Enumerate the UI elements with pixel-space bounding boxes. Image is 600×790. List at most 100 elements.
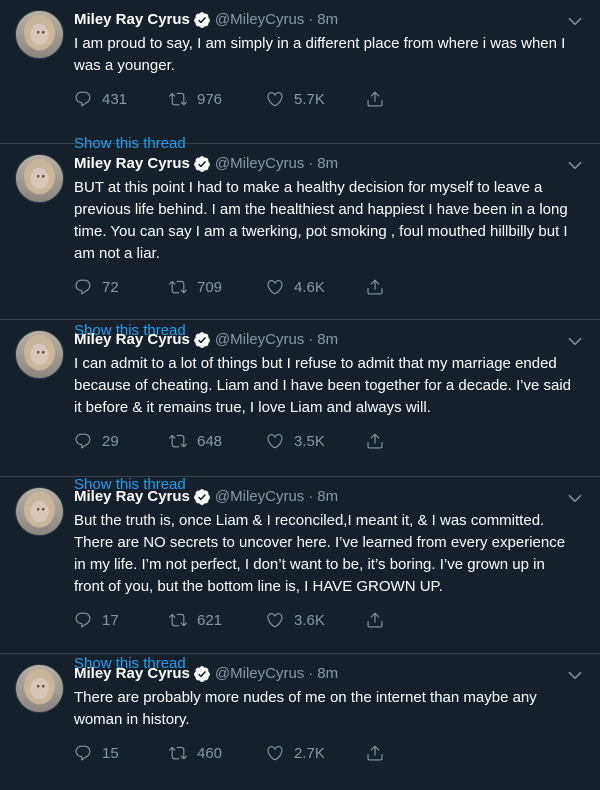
tweet-actions: 29 648 3.5K — [74, 431, 585, 451]
author-name[interactable]: Miley Ray Cyrus — [74, 154, 190, 174]
tweet-text: I am proud to say, I am simply in a diff… — [74, 35, 566, 74]
verified-badge-icon — [194, 666, 210, 682]
retweet-button[interactable]: 460 — [169, 744, 266, 762]
share-button[interactable] — [366, 611, 384, 629]
like-button[interactable]: 3.5K — [266, 432, 366, 450]
share-button[interactable] — [366, 432, 384, 450]
author-name[interactable]: Miley Ray Cyrus — [74, 487, 190, 507]
verified-badge-icon — [194, 156, 210, 172]
avatar-column — [15, 10, 74, 143]
reply-count: 29 — [102, 432, 119, 450]
tweet-text: But the truth is, once Liam & I reconcil… — [74, 512, 566, 595]
retweet-icon — [169, 746, 187, 760]
retweet-icon — [169, 280, 187, 294]
avatar[interactable] — [15, 664, 64, 713]
share-icon — [367, 279, 383, 295]
author-handle[interactable]: @MileyCyrus — [215, 664, 304, 684]
author-name[interactable]: Miley Ray Cyrus — [74, 10, 190, 30]
retweet-icon — [169, 92, 187, 106]
tweet-timestamp[interactable]: 8m — [317, 10, 338, 30]
share-icon — [367, 612, 383, 628]
avatar[interactable] — [15, 154, 64, 203]
tweet-text: There are probably more nudes of me on t… — [74, 689, 537, 728]
author-handle[interactable]: @MileyCyrus — [215, 330, 304, 350]
heart-icon — [267, 280, 283, 295]
author-handle[interactable]: @MileyCyrus — [215, 154, 304, 174]
avatar-column — [15, 154, 74, 319]
tweet-timestamp[interactable]: 8m — [317, 664, 338, 684]
reply-count: 431 — [102, 90, 128, 108]
heart-icon — [267, 746, 283, 761]
like-count: 4.6K — [294, 278, 325, 296]
chevron-down-icon[interactable] — [566, 332, 584, 350]
share-icon — [367, 745, 383, 761]
tweet-body: Miley Ray Cyrus @MileyCyrus · 8m I am pr… — [74, 10, 585, 152]
chevron-down-icon[interactable] — [566, 666, 584, 684]
tweet-text: I can admit to a lot of things but I ref… — [74, 355, 572, 416]
tweet[interactable]: Miley Ray Cyrus @MileyCyrus · 8m I can a… — [0, 320, 600, 493]
retweet-count: 460 — [197, 744, 223, 762]
tweet[interactable]: Miley Ray Cyrus @MileyCyrus · 8m I am pr… — [0, 0, 600, 152]
like-button[interactable]: 4.6K — [266, 278, 366, 296]
reply-button[interactable]: 72 — [74, 278, 169, 296]
like-count: 3.6K — [294, 611, 325, 629]
tweet[interactable]: Miley Ray Cyrus @MileyCyrus · 8m But the… — [0, 477, 600, 672]
avatar[interactable] — [15, 10, 64, 59]
author-name[interactable]: Miley Ray Cyrus — [74, 664, 190, 684]
avatar[interactable] — [15, 330, 64, 379]
tweet-header: Miley Ray Cyrus @MileyCyrus · 8m — [74, 664, 585, 684]
separator-dot: · — [308, 11, 314, 28]
tweet-text: BUT at this point I had to make a health… — [74, 179, 568, 262]
tweet[interactable]: Miley Ray Cyrus @MileyCyrus · 8m There a… — [0, 654, 600, 790]
separator-dot: · — [308, 665, 314, 682]
share-icon — [367, 91, 383, 107]
tweet[interactable]: Miley Ray Cyrus @MileyCyrus · 8m BUT at … — [0, 144, 600, 339]
retweet-button[interactable]: 648 — [169, 432, 266, 450]
verified-badge-icon — [194, 332, 210, 348]
avatar[interactable] — [15, 487, 64, 536]
tweet-header: Miley Ray Cyrus @MileyCyrus · 8m — [74, 154, 585, 174]
reply-icon — [75, 745, 91, 761]
chevron-down-icon[interactable] — [566, 156, 584, 174]
author-handle[interactable]: @MileyCyrus — [215, 10, 304, 30]
author-handle[interactable]: @MileyCyrus — [215, 487, 304, 507]
like-count: 3.5K — [294, 432, 325, 450]
reply-icon — [75, 279, 91, 295]
tweet-timestamp[interactable]: 8m — [317, 487, 338, 507]
retweet-button[interactable]: 976 — [169, 90, 266, 108]
retweet-button[interactable]: 709 — [169, 278, 266, 296]
tweet-body: Miley Ray Cyrus @MileyCyrus · 8m BUT at … — [74, 154, 585, 339]
share-button[interactable] — [366, 744, 384, 762]
reply-button[interactable]: 17 — [74, 611, 169, 629]
reply-button[interactable]: 29 — [74, 432, 169, 450]
tweet-timestamp[interactable]: 8m — [317, 154, 338, 174]
reply-icon — [75, 612, 91, 628]
chevron-down-icon[interactable] — [566, 489, 584, 507]
tweet-body: Miley Ray Cyrus @MileyCyrus · 8m But the… — [74, 487, 585, 672]
heart-icon — [267, 92, 283, 107]
timeline: Miley Ray Cyrus @MileyCyrus · 8m I am pr… — [0, 0, 600, 790]
heart-icon — [267, 434, 283, 449]
author-name[interactable]: Miley Ray Cyrus — [74, 330, 190, 350]
reply-button[interactable]: 431 — [74, 90, 169, 108]
verified-badge-icon — [194, 12, 210, 28]
reply-count: 72 — [102, 278, 119, 296]
tweet-body: Miley Ray Cyrus @MileyCyrus · 8m I can a… — [74, 330, 585, 493]
retweet-button[interactable]: 621 — [169, 611, 266, 629]
tweet-actions: 431 976 5.7K — [74, 89, 585, 109]
chevron-down-icon[interactable] — [566, 12, 584, 30]
share-button[interactable] — [366, 278, 384, 296]
like-count: 5.7K — [294, 90, 325, 108]
reply-button[interactable]: 15 — [74, 744, 169, 762]
reply-count: 15 — [102, 744, 119, 762]
share-button[interactable] — [366, 90, 384, 108]
like-button[interactable]: 2.7K — [266, 744, 366, 762]
tweet-actions: 72 709 4.6K — [74, 277, 585, 297]
tweet-body: Miley Ray Cyrus @MileyCyrus · 8m There a… — [74, 664, 585, 790]
like-button[interactable]: 3.6K — [266, 611, 366, 629]
like-button[interactable]: 5.7K — [266, 90, 366, 108]
tweet-timestamp[interactable]: 8m — [317, 330, 338, 350]
retweet-icon — [169, 613, 187, 627]
separator-dot: · — [308, 155, 314, 172]
retweet-count: 621 — [197, 611, 223, 629]
